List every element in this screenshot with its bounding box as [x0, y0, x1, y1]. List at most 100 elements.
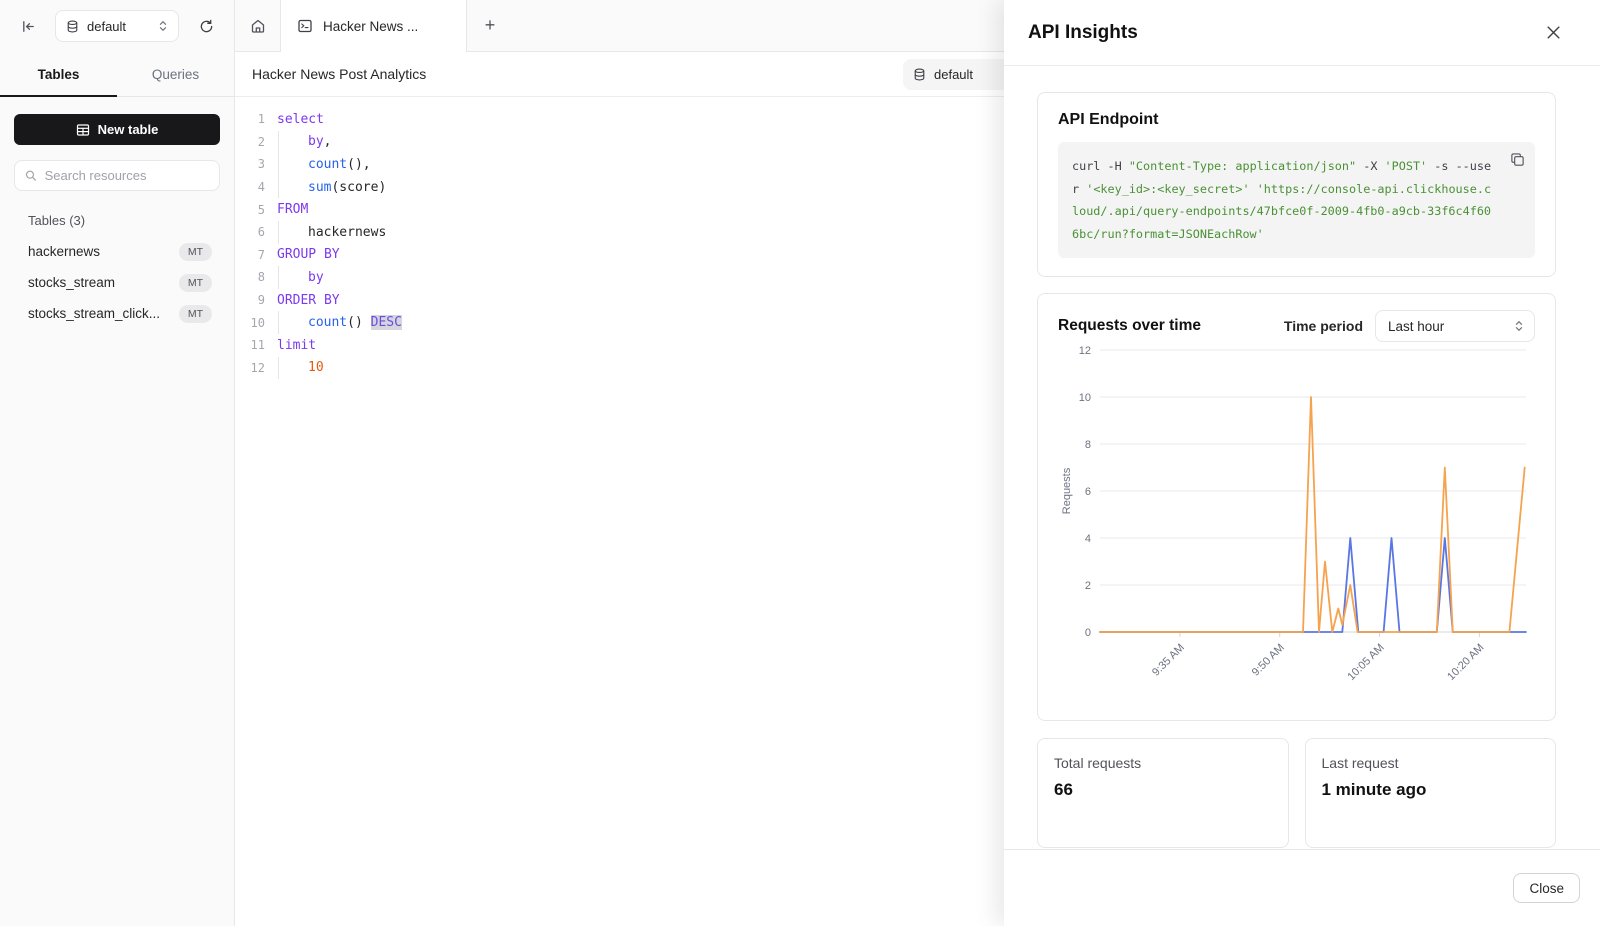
code-text: limit	[265, 334, 316, 357]
line-number: 6	[235, 225, 265, 239]
close-panel-button[interactable]	[1546, 19, 1574, 47]
copy-icon	[1510, 152, 1525, 167]
svg-text:Requests: Requests	[1061, 467, 1073, 514]
svg-text:9:50 AM: 9:50 AM	[1250, 642, 1287, 679]
sidebar: default Tables Queries New table Tables …	[0, 0, 235, 926]
stat-value: 66	[1054, 780, 1272, 800]
new-tab-button[interactable]: +	[467, 0, 513, 51]
stat-card: Total requests 66	[1037, 738, 1289, 848]
line-number: 9	[235, 293, 265, 307]
line-number: 11	[235, 338, 265, 352]
refresh-icon	[199, 19, 214, 34]
new-table-label: New table	[98, 122, 159, 137]
code-text: ORDER BY	[265, 289, 340, 312]
code-text: sum(score)	[265, 176, 386, 199]
stat-label: Total requests	[1054, 755, 1272, 771]
terminal-tab-icon	[297, 18, 313, 34]
table-list-item[interactable]: stocks_stream MT	[14, 267, 220, 298]
table-name: stocks_stream	[28, 275, 115, 290]
svg-text:2: 2	[1085, 580, 1091, 592]
close-icon	[1546, 25, 1561, 40]
code-text: by,	[265, 131, 331, 154]
toolbar-database-value: default	[934, 67, 973, 82]
stat-card: Last request 1 minute ago	[1305, 738, 1557, 848]
app-window: default Tables Queries New table Tables …	[0, 0, 1600, 926]
svg-text:9:35 AM: 9:35 AM	[1150, 642, 1187, 679]
line-number: 12	[235, 361, 265, 375]
api-insights-panel: API Insights API Endpoint curl -H "Conte…	[1004, 0, 1600, 926]
table-engine-badge: MT	[179, 274, 212, 292]
requests-chart: 0 2 4 6 8 10 12 9:35 AM 9:50 AM 10:05 AM 10:20 AM R…	[1058, 342, 1537, 714]
search-input[interactable]	[45, 168, 209, 183]
tab-tables[interactable]: Tables	[0, 52, 117, 96]
code-text: by	[265, 266, 324, 289]
query-title: Hacker News Post Analytics	[252, 66, 426, 82]
tables-section-label: Tables (3)	[28, 213, 220, 228]
requests-over-time-card: Requests over time Time period Last hour…	[1037, 293, 1556, 721]
api-endpoint-card: API Endpoint curl -H "Content-Type: appl…	[1037, 92, 1556, 277]
panel-footer: Close	[1004, 849, 1600, 926]
time-period-value: Last hour	[1388, 319, 1444, 334]
sidebar-body: New table Tables (3) hackernewsMTstocks_…	[0, 97, 234, 346]
table-list-item[interactable]: hackernews MT	[14, 236, 220, 267]
table-name: hackernews	[28, 244, 100, 259]
collapse-sidebar-button[interactable]	[14, 12, 42, 40]
panel-body: API Endpoint curl -H "Content-Type: appl…	[1004, 66, 1600, 849]
database-selector[interactable]: default	[55, 10, 179, 42]
copy-button[interactable]	[1510, 152, 1525, 167]
svg-text:4: 4	[1085, 533, 1091, 545]
code-text: hackernews	[265, 221, 386, 244]
svg-text:12: 12	[1079, 345, 1091, 357]
stat-label: Last request	[1322, 755, 1540, 771]
line-number: 4	[235, 180, 265, 194]
sidebar-header: default	[0, 0, 234, 52]
tab-queries[interactable]: Queries	[117, 52, 234, 96]
table-engine-badge: MT	[179, 243, 212, 261]
home-button[interactable]	[235, 0, 281, 51]
table-list-item[interactable]: stocks_stream_click... MT	[14, 298, 220, 329]
tab-label: Hacker News ...	[323, 19, 418, 34]
line-number: 5	[235, 203, 265, 217]
time-period-select[interactable]: Last hour	[1375, 310, 1535, 342]
curl-command: curl -H "Content-Type: application/json"…	[1058, 142, 1535, 258]
database-selector-value: default	[87, 19, 150, 34]
table-list: hackernewsMTstocks_streamMTstocks_stream…	[14, 236, 220, 329]
stats-row: Total requests 66 Last request 1 minute ago	[1037, 738, 1556, 848]
code-text: count() DESC	[265, 311, 402, 334]
svg-text:6: 6	[1085, 486, 1091, 498]
requests-title: Requests over time	[1058, 317, 1201, 335]
collapse-left-icon	[21, 19, 36, 34]
svg-text:0: 0	[1085, 627, 1091, 639]
table-name: stocks_stream_click...	[28, 306, 160, 321]
refresh-button[interactable]	[192, 12, 220, 40]
database-icon	[66, 20, 79, 33]
chart-header: Requests over time Time period Last hour	[1058, 310, 1535, 342]
home-icon	[250, 18, 266, 34]
api-endpoint-title: API Endpoint	[1058, 111, 1535, 129]
chevron-up-down-icon	[158, 20, 168, 32]
svg-text:10:20 AM: 10:20 AM	[1445, 642, 1486, 683]
code-text: select	[265, 108, 324, 131]
line-number: 2	[235, 135, 265, 149]
table-grid-icon	[76, 123, 90, 137]
database-icon	[913, 68, 926, 81]
line-number: 1	[235, 112, 265, 126]
code-text: count(),	[265, 153, 371, 176]
table-engine-badge: MT	[179, 305, 212, 323]
line-number: 10	[235, 316, 265, 330]
code-text: 10	[265, 357, 324, 380]
line-number: 7	[235, 248, 265, 262]
search-icon	[25, 169, 37, 182]
close-button[interactable]: Close	[1513, 873, 1580, 903]
new-table-button[interactable]: New table	[14, 114, 220, 145]
tab-hacker-news[interactable]: Hacker News ...	[281, 0, 467, 52]
chevron-up-down-icon	[1514, 320, 1524, 332]
svg-text:8: 8	[1085, 439, 1091, 451]
code-text: GROUP BY	[265, 244, 340, 267]
svg-text:10: 10	[1079, 392, 1091, 404]
stat-value: 1 minute ago	[1322, 780, 1540, 800]
time-period-label: Time period	[1284, 318, 1363, 334]
search-box[interactable]	[14, 160, 220, 191]
line-number: 8	[235, 270, 265, 284]
svg-text:10:05 AM: 10:05 AM	[1345, 642, 1386, 683]
